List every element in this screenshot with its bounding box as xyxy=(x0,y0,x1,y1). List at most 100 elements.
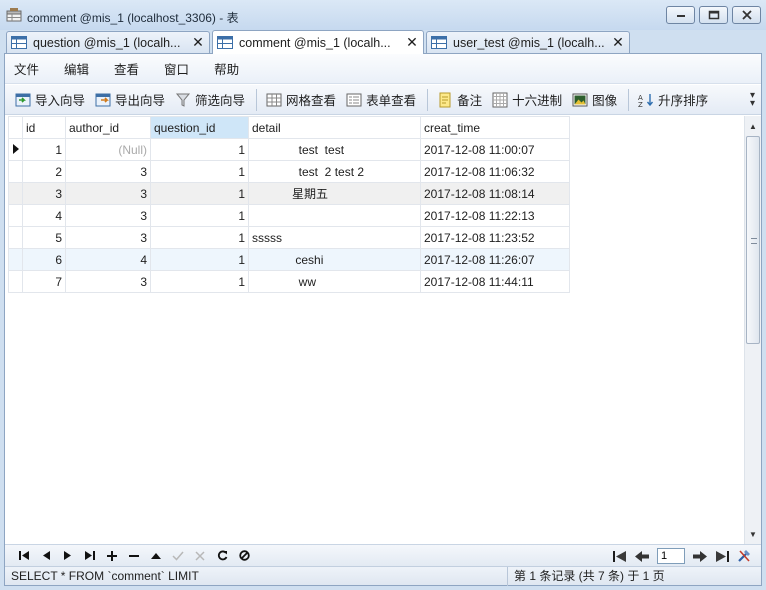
column-header-question-id[interactable]: question_id xyxy=(150,116,249,139)
cell-author-id[interactable]: 3 xyxy=(65,182,151,205)
cell-id[interactable]: 4 xyxy=(22,204,66,227)
cell-question-id[interactable]: 1 xyxy=(150,226,249,249)
cell-creat-time[interactable]: 2017-12-08 11:22:13 xyxy=(420,204,570,227)
scroll-down-icon[interactable]: ▼ xyxy=(745,526,761,542)
cell-id[interactable]: 3 xyxy=(22,182,66,205)
cell-question-id[interactable]: 1 xyxy=(150,182,249,205)
add-record-icon[interactable] xyxy=(101,547,123,565)
refresh-icon[interactable] xyxy=(211,547,233,565)
cell-author-id[interactable]: 3 xyxy=(65,160,151,183)
next-page-icon[interactable] xyxy=(689,547,711,565)
toolbar-separator xyxy=(628,88,630,111)
filter-wizard-button[interactable]: 筛选向导 xyxy=(171,89,249,111)
export-wizard-button[interactable]: 导出向导 xyxy=(91,89,169,111)
previous-page-icon[interactable] xyxy=(631,547,653,565)
cell-question-id[interactable]: 1 xyxy=(150,138,249,161)
table-row[interactable]: 6 4 1 ceshi 2017-12-08 11:26:07 xyxy=(8,248,570,271)
next-record-icon[interactable] xyxy=(57,547,79,565)
column-header-id[interactable]: id xyxy=(22,116,66,139)
cell-detail[interactable] xyxy=(248,204,421,227)
table-row[interactable]: 4 3 1 2017-12-08 11:22:13 xyxy=(8,204,570,227)
close-window-button[interactable] xyxy=(732,6,761,24)
last-record-icon[interactable] xyxy=(79,547,101,565)
maximize-button[interactable] xyxy=(699,6,728,24)
cell-author-id[interactable]: 3 xyxy=(65,226,151,249)
cell-creat-time[interactable]: 2017-12-08 11:06:32 xyxy=(420,160,570,183)
menu-edit[interactable]: 编辑 xyxy=(59,59,103,78)
stop-icon[interactable] xyxy=(233,547,255,565)
cell-creat-time[interactable]: 2017-12-08 11:26:07 xyxy=(420,248,570,271)
table-row[interactable]: 1 (Null) 1 test test 2017-12-08 11:00:07 xyxy=(8,138,570,161)
scroll-thumb[interactable] xyxy=(746,136,760,344)
tab-close-icon[interactable]: ✕ xyxy=(189,34,207,51)
cell-id[interactable]: 2 xyxy=(22,160,66,183)
cell-detail[interactable]: ww xyxy=(248,270,421,293)
last-page-icon[interactable] xyxy=(711,547,733,565)
image-button[interactable]: 图像 xyxy=(568,89,621,111)
menu-window[interactable]: 窗口 xyxy=(159,59,203,78)
first-record-icon[interactable] xyxy=(13,547,35,565)
cell-question-id[interactable]: 1 xyxy=(150,248,249,271)
cell-creat-time[interactable]: 2017-12-08 11:08:14 xyxy=(420,182,570,205)
cell-question-id[interactable]: 1 xyxy=(150,204,249,227)
tab-user-test[interactable]: user_test @mis_1 (localh... ✕ xyxy=(426,31,630,53)
edit-record-icon[interactable] xyxy=(145,547,167,565)
table-row[interactable]: 7 3 1 ww 2017-12-08 11:44:11 xyxy=(8,270,570,293)
memo-button[interactable]: 备注 xyxy=(433,89,486,111)
menu-file[interactable]: 文件 xyxy=(9,59,53,78)
minimize-icon xyxy=(676,15,685,17)
scroll-up-icon[interactable]: ▲ xyxy=(745,118,761,134)
tab-close-icon[interactable]: ✕ xyxy=(403,34,421,51)
column-header-author-id[interactable]: author_id xyxy=(65,116,151,139)
table-row[interactable]: 3 3 1 星期五 2017-12-08 11:08:14 xyxy=(8,182,570,205)
apply-changes-icon[interactable] xyxy=(167,547,189,565)
cell-creat-time[interactable]: 2017-12-08 11:44:11 xyxy=(420,270,570,293)
tab-question[interactable]: question @mis_1 (localh... ✕ xyxy=(6,31,210,53)
import-wizard-button[interactable]: 导入向导 xyxy=(11,89,89,111)
grid-view-icon xyxy=(266,93,282,106)
menu-help[interactable]: 帮助 xyxy=(209,59,253,78)
maximize-icon xyxy=(708,10,719,20)
column-header-detail[interactable]: detail xyxy=(248,116,421,139)
form-view-button[interactable]: 表单查看 xyxy=(342,89,420,111)
table-row[interactable]: 5 3 1 sssss 2017-12-08 11:23:52 xyxy=(8,226,570,249)
page-number-input[interactable] xyxy=(657,548,685,564)
cell-detail[interactable]: 星期五 xyxy=(248,182,421,205)
tab-comment[interactable]: comment @mis_1 (localh... ✕ xyxy=(212,30,424,54)
cell-author-id[interactable]: 3 xyxy=(65,204,151,227)
first-page-icon[interactable] xyxy=(609,547,631,565)
cell-author-id[interactable]: 3 xyxy=(65,270,151,293)
minimize-button[interactable] xyxy=(666,6,695,24)
table-icon xyxy=(431,36,447,49)
cell-question-id[interactable]: 1 xyxy=(150,160,249,183)
toolbar-overflow-icon[interactable]: ▾ ▾ xyxy=(750,91,755,109)
cell-detail[interactable]: ceshi xyxy=(248,248,421,271)
cell-question-id[interactable]: 1 xyxy=(150,270,249,293)
cell-creat-time[interactable]: 2017-12-08 11:00:07 xyxy=(420,138,570,161)
import-wizard-label: 导入向导 xyxy=(35,94,86,108)
cell-author-id[interactable]: 4 xyxy=(65,248,151,271)
cell-id[interactable]: 6 xyxy=(22,248,66,271)
previous-record-icon[interactable] xyxy=(35,547,57,565)
cell-creat-time[interactable]: 2017-12-08 11:23:52 xyxy=(420,226,570,249)
hex-button[interactable]: 十六进制 xyxy=(488,89,566,111)
cell-id[interactable]: 7 xyxy=(22,270,66,293)
cell-detail[interactable]: sssss xyxy=(248,226,421,249)
vertical-scrollbar[interactable]: ▲ ▼ xyxy=(744,116,761,544)
table-row[interactable]: 2 3 1 test 2 test 2 2017-12-08 11:06:32 xyxy=(8,160,570,183)
cell-detail[interactable]: test 2 test 2 xyxy=(248,160,421,183)
column-header-creat-time[interactable]: creat_time xyxy=(420,116,570,139)
cell-id[interactable]: 5 xyxy=(22,226,66,249)
cell-id[interactable]: 1 xyxy=(22,138,66,161)
header-row: id author_id question_id detail creat_ti… xyxy=(8,116,570,139)
page-navigation xyxy=(609,547,755,565)
tab-close-icon[interactable]: ✕ xyxy=(609,34,627,51)
grid-view-button[interactable]: 网格查看 xyxy=(262,89,340,111)
page-settings-icon[interactable] xyxy=(733,547,755,565)
sort-ascending-button[interactable]: AZ 升序排序 xyxy=(634,89,712,111)
cell-detail[interactable]: test test xyxy=(248,138,421,161)
cell-author-id[interactable]: (Null) xyxy=(65,138,151,161)
menu-view[interactable]: 查看 xyxy=(109,59,153,78)
delete-record-icon[interactable] xyxy=(123,547,145,565)
discard-changes-icon[interactable] xyxy=(189,547,211,565)
